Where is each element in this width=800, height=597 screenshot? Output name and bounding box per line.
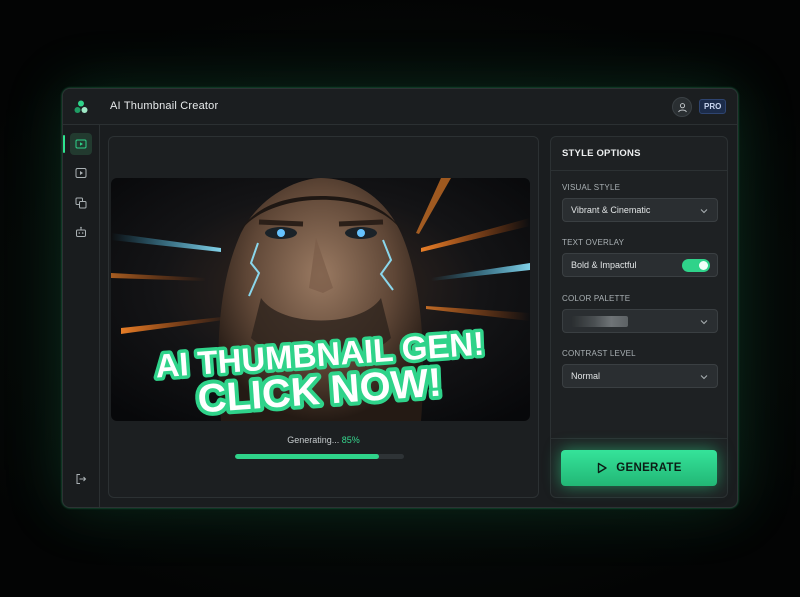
options-header: STYLE OPTIONS [551,137,727,171]
toggle-knob [699,261,708,270]
progress-percent: 85% [341,435,360,445]
generate-button[interactable]: GENERATE [561,450,717,486]
sidebar [63,125,100,507]
generate-label: GENERATE [616,462,682,474]
visual-style-label: VISUAL STYLE [562,183,621,192]
visual-style-select[interactable]: Vibrant & Cinematic [562,198,718,222]
sidebar-item-player[interactable] [70,162,92,184]
app-title: AI Thumbnail Creator [110,100,219,112]
user-avatar-button[interactable] [672,97,692,117]
logout-button[interactable] [70,468,92,490]
text-overlay-field: Bold & Impactful [562,253,718,277]
visual-style-value: Vibrant & Cinematic [571,205,651,215]
logout-icon [76,474,87,484]
app-logo-icon [74,100,88,113]
progress-label: Generating... 85% [109,435,538,445]
preview-panel: AI THUMBNAIL GEN! CLICK NOW! Generating.… [108,136,539,498]
sidebar-item-video-editor[interactable] [63,133,92,155]
color-palette-label: COLOR PALETTE [562,294,631,303]
thumbnail-image: AI THUMBNAIL GEN! CLICK NOW! [111,178,530,421]
play-icon [75,168,87,178]
divider [551,438,727,439]
text-overlay-label: TEXT OVERLAY [562,238,625,247]
sidebar-item-ai-assistant[interactable] [70,221,92,243]
user-icon [677,102,687,112]
copy-icon [75,197,87,209]
pro-badge: PRO [699,99,727,114]
text-overlay-toggle[interactable] [682,259,710,272]
robot-icon [76,226,86,237]
color-palette-select[interactable] [562,309,718,333]
play-icon [598,462,607,474]
options-title: STYLE OPTIONS [562,148,641,159]
chevron-down-icon [700,320,708,325]
contrast-level-label: CONTRAST LEVEL [562,349,636,358]
app-window: AI Thumbnail Creator PRO AI THUMBNAIL GE… [62,88,738,508]
contrast-level-select[interactable]: Normal [562,364,718,388]
progress-status-text: Generating... [287,435,340,445]
chevron-down-icon [700,209,708,214]
text-overlay-value: Bold & Impactful [571,260,637,270]
sidebar-item-library[interactable] [70,192,92,214]
contrast-level-value: Normal [571,371,601,381]
title-bar: AI Thumbnail Creator PRO [63,89,737,125]
progress-bar-fill [235,454,379,459]
color-palette-swatch [572,316,628,327]
style-options-panel: STYLE OPTIONS VISUAL STYLE Vibrant & Cin… [550,136,728,498]
video-play-icon [75,139,87,149]
progress-bar [235,454,404,459]
thumbnail-preview: AI THUMBNAIL GEN! CLICK NOW! [111,178,530,421]
chevron-down-icon [700,375,708,380]
